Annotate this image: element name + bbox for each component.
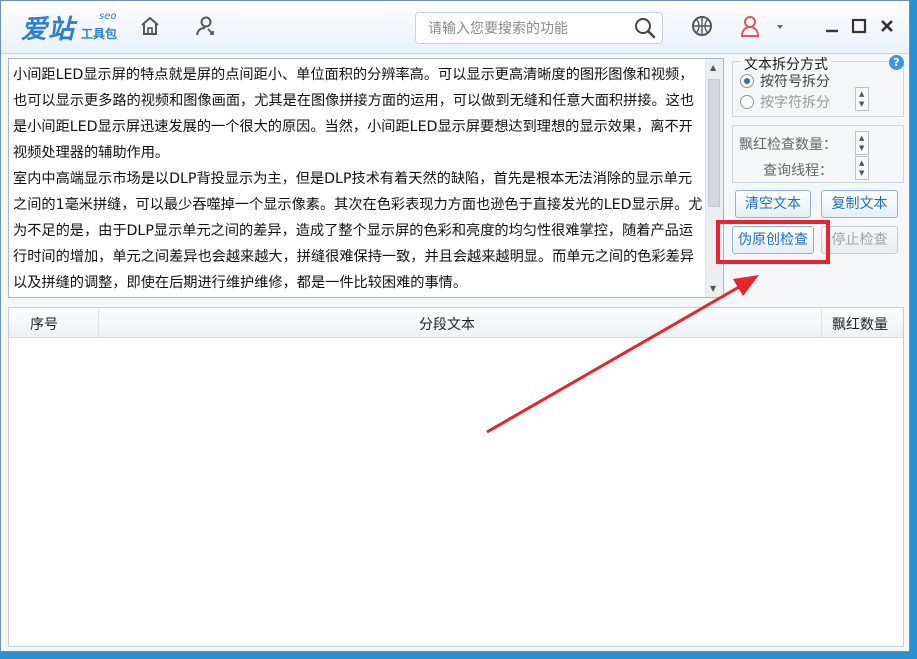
app-window: 爱站 seo 工具包 请输入您要搜索的功能 小间距LED显示屏的特点就是屏的点间… — [0, 0, 910, 652]
annotation-arrow — [486, 275, 759, 434]
